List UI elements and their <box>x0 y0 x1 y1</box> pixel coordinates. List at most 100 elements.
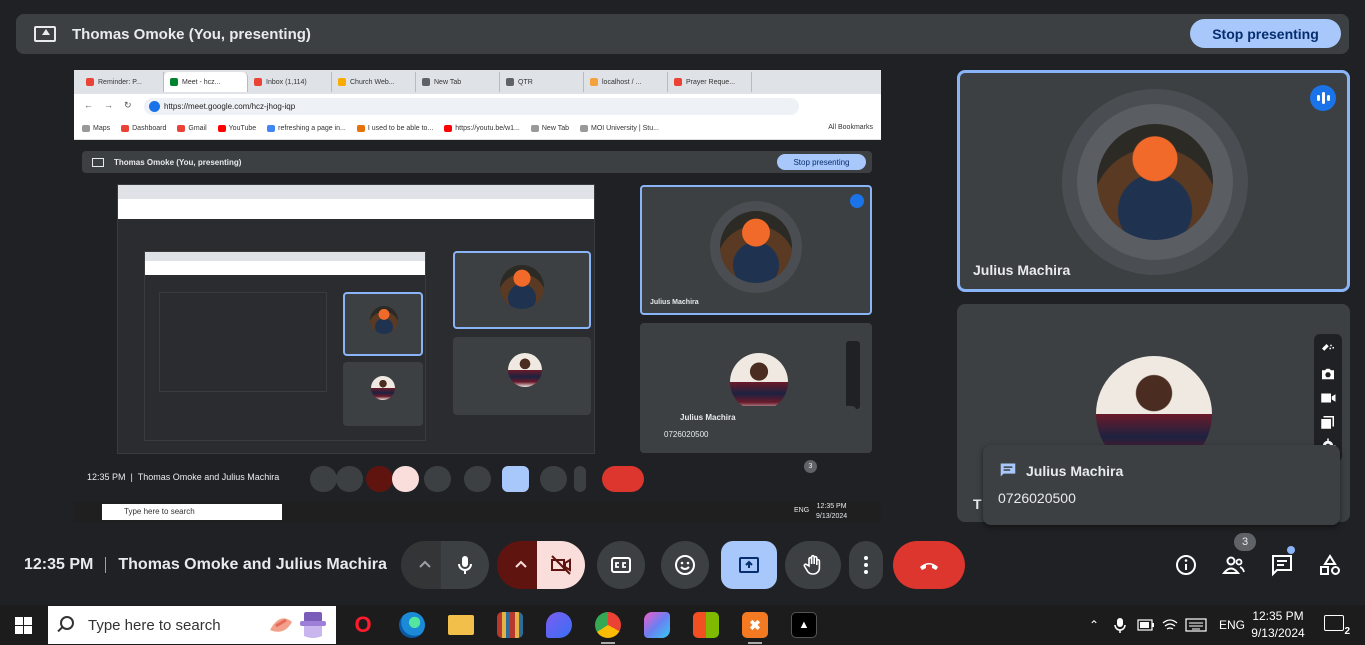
chat-unread-dot <box>1287 546 1295 554</box>
terminal-icon[interactable]: ▲ <box>791 612 817 638</box>
battery-icon[interactable] <box>1137 605 1155 645</box>
xampp-icon[interactable]: ✖ <box>742 612 768 644</box>
participant-tile-julius[interactable]: Julius Machira <box>957 70 1350 292</box>
reactions-button[interactable] <box>661 541 709 589</box>
inner-chat-sender: Julius Machira <box>680 413 736 422</box>
nested-tile <box>343 362 423 426</box>
chat-message: 0726020500 <box>998 490 1076 506</box>
inner-meet-view: Thomas Omoke (You, presenting) Stop pres… <box>74 140 881 522</box>
inner-taskbar: Type here to search ENG 12:35 PM 9/13/202… <box>74 502 881 522</box>
windows-start-icon[interactable] <box>15 617 32 634</box>
file-explorer-icon[interactable] <box>448 615 474 635</box>
search-icon <box>60 616 74 630</box>
browser-tab-strip: Reminder: P... Meet - hcz... Inbox (1,11… <box>74 70 881 94</box>
activities-button[interactable] <box>1315 550 1345 580</box>
reload-icon: ↻ <box>124 100 132 110</box>
bookmark: I used to be able to... <box>356 125 433 132</box>
hang-up-icon <box>920 563 938 570</box>
leave-call-button[interactable] <box>893 541 965 589</box>
meeting-info: 12:35 PM Thomas Omoke and Julius Machira <box>24 556 387 574</box>
more-vertical-icon <box>864 556 868 574</box>
chat-icon <box>1000 463 1016 477</box>
language-indicator[interactable]: ENG <box>1219 605 1245 645</box>
meet-window: Thomas Omoke (You, presenting) Stop pres… <box>0 0 1365 645</box>
chevron-up-icon <box>515 560 527 568</box>
inner-clock: 12:35 PM 9/13/2024 <box>816 503 848 520</box>
present-screen-icon <box>34 26 56 42</box>
meeting-details-button[interactable] <box>1171 550 1201 580</box>
browser-tab-active: Meet - hcz... <box>164 72 248 92</box>
bookmark: https://youtu.be/w1... <box>444 125 520 132</box>
chat-notification[interactable]: Julius Machira 0726020500 <box>983 445 1340 525</box>
people-button[interactable] <box>1219 550 1249 580</box>
browser-tab: New Tab <box>416 72 500 92</box>
taskbar-search[interactable]: Type here to search <box>48 606 336 644</box>
inner-tile-name: Julius Machira <box>650 299 699 306</box>
present-screen-button[interactable] <box>721 541 777 589</box>
microsoft-store-icon[interactable] <box>693 612 719 638</box>
participant-name: Julius Machira <box>973 262 1071 278</box>
browser-tab: Reminder: P... <box>80 72 164 92</box>
inner-chat-notification: Julius Machira 0726020500 <box>656 406 856 444</box>
inner-present-icon <box>92 157 104 167</box>
captions-button[interactable] <box>597 541 645 589</box>
camera-snapshot-icon[interactable] <box>1319 366 1337 382</box>
people-count-badge: 3 <box>1234 533 1256 551</box>
edge-icon[interactable] <box>399 612 425 638</box>
tile-tools-panel <box>1314 334 1342 462</box>
bookmark: New Tab <box>530 125 569 132</box>
inner-control-bar: 12:35 PM | Thomas Omoke and Julius Machi… <box>74 460 881 494</box>
nested-tile <box>453 251 591 329</box>
nested-tile <box>453 337 591 415</box>
meeting-time: 12:35 PM <box>24 556 94 573</box>
keyboard-icon[interactable] <box>1185 605 1207 645</box>
inner-lang: ENG <box>794 507 810 514</box>
tray-chevron-icon[interactable]: ⌃ <box>1089 605 1099 645</box>
avatar <box>1097 124 1213 240</box>
shared-screen: Reminder: P... Meet - hcz... Inbox (1,11… <box>74 70 881 522</box>
winrar-icon[interactable] <box>497 612 523 638</box>
copilot-icon[interactable] <box>644 612 670 638</box>
wifi-icon[interactable] <box>1162 605 1178 645</box>
notification-center-icon[interactable]: 2 <box>1324 615 1350 637</box>
chat-button[interactable] <box>1267 550 1297 580</box>
frame-icon[interactable] <box>1319 414 1337 430</box>
inner-people-badge: 3 <box>804 460 817 473</box>
inner-stop-button: Stop presenting <box>777 154 866 170</box>
presenting-bar: Thomas Omoke (You, presenting) Stop pres… <box>16 14 1349 54</box>
video-icon[interactable] <box>1319 390 1337 406</box>
notification-count: 2 <box>1344 626 1350 637</box>
browser-tab: Prayer Reque... <box>668 72 752 92</box>
taskbar-clock[interactable]: 12:35 PM 9/13/2024 <box>1248 608 1308 642</box>
inner-chat-message: 0726020500 <box>664 430 709 439</box>
bookmark: Gmail <box>177 125 207 132</box>
search-highlight-icon <box>270 612 326 638</box>
chevron-up-icon <box>419 560 431 568</box>
chat-icon <box>1272 555 1292 577</box>
nested-tile <box>343 292 423 356</box>
microphone-button[interactable] <box>441 541 489 589</box>
browser-tab: QTR <box>500 72 584 92</box>
windows-taskbar: Type here to search O ✖ ▲ ⌃ ENG 12:35 PM… <box>0 605 1365 645</box>
browser-tab: Church Web... <box>332 72 416 92</box>
stop-presenting-button[interactable]: Stop presenting <box>1190 19 1341 48</box>
browser-address-bar: ← → ↻ https://meet.google.com/hcz-jhog-i… <box>74 94 881 118</box>
bookmark: refreshing a page in... <box>267 125 346 132</box>
clock-time: 12:35 PM <box>1252 609 1304 623</box>
visual-effects-icon[interactable] <box>1319 342 1337 358</box>
bookmark: MOI University | Stu... <box>579 125 659 132</box>
inner-tile-julius: Julius Machira <box>640 185 872 315</box>
tray-microphone-icon[interactable] <box>1113 605 1127 645</box>
hand-icon <box>803 554 821 575</box>
nested-screen <box>144 251 426 441</box>
inner-search: Type here to search <box>102 504 282 520</box>
chrome-icon[interactable] <box>595 612 621 644</box>
all-bookmarks: All Bookmarks <box>828 124 873 131</box>
inner-presenting-title: Thomas Omoke (You, presenting) <box>114 157 242 167</box>
opera-icon[interactable]: O <box>350 612 376 638</box>
more-options-button[interactable] <box>849 541 883 589</box>
raise-hand-button[interactable] <box>785 541 841 589</box>
nested-screen <box>159 292 327 392</box>
camera-off-button[interactable] <box>537 541 585 589</box>
copilot-app-icon[interactable] <box>546 612 572 638</box>
